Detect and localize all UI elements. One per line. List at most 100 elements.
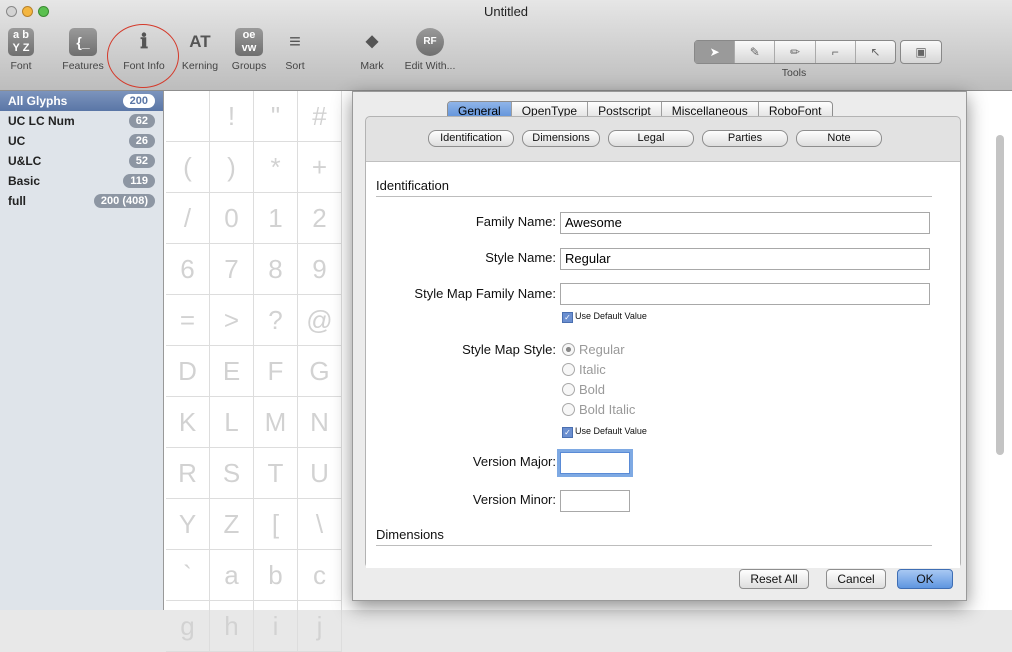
glyph-cell[interactable]: ! bbox=[210, 91, 254, 142]
use-default-checkbox-2[interactable]: ✓ Use Default Value bbox=[562, 425, 647, 438]
glyph-cell[interactable] bbox=[166, 91, 210, 142]
glyph-cell[interactable]: E bbox=[210, 346, 254, 397]
subtab-identification[interactable]: Identification bbox=[428, 130, 514, 147]
family-name-label: Family Name: bbox=[475, 214, 556, 229]
ok-button[interactable]: OK bbox=[897, 569, 953, 589]
glyph-cell[interactable]: G bbox=[298, 346, 342, 397]
glyph-cell[interactable]: [ bbox=[254, 499, 298, 550]
glyph-cell[interactable]: R bbox=[166, 448, 210, 499]
subtab-note[interactable]: Note bbox=[796, 130, 882, 147]
glyph-cell[interactable]: h bbox=[210, 601, 254, 652]
glyph-cell[interactable]: Z bbox=[210, 499, 254, 550]
glyph-cell[interactable]: # bbox=[298, 91, 342, 142]
sidebar-item-label: All Glyphs bbox=[8, 94, 68, 108]
tool-extra-icon[interactable]: ▣ bbox=[900, 40, 942, 64]
glyph-cell[interactable]: a bbox=[210, 550, 254, 601]
sort-icon: ≡ bbox=[289, 31, 301, 53]
radio-italic[interactable]: Italic bbox=[562, 361, 606, 379]
toolbar-groups-button[interactable]: oe vw Groups bbox=[228, 24, 270, 84]
glyph-cell[interactable]: 0 bbox=[210, 193, 254, 244]
glyph-cell[interactable]: L bbox=[210, 397, 254, 448]
sidebar-item-uc-lc-num[interactable]: UC LC Num 62 bbox=[0, 111, 163, 131]
glyph-cell[interactable]: * bbox=[254, 142, 298, 193]
mark-icon: ◆ bbox=[365, 33, 379, 50]
identification-form: Identification Family Name: Awesome Styl… bbox=[366, 161, 960, 568]
sidebar-item-all-glyphs[interactable]: All Glyphs 200 bbox=[0, 91, 163, 111]
subtab-parties[interactable]: Parties bbox=[702, 130, 788, 147]
use-default-checkbox-1[interactable]: ✓ Use Default Value bbox=[562, 310, 647, 323]
subtab-legal[interactable]: Legal bbox=[608, 130, 694, 147]
version-minor-field[interactable] bbox=[560, 490, 630, 512]
glyph-cell[interactable]: 7 bbox=[210, 244, 254, 295]
glyph-cell[interactable]: i bbox=[254, 601, 298, 652]
radio-regular[interactable]: Regular bbox=[562, 341, 625, 359]
glyph-cell[interactable]: " bbox=[254, 91, 298, 142]
glyph-cell[interactable]: U bbox=[298, 448, 342, 499]
toolbar-mark-button[interactable]: ◆ Mark bbox=[352, 24, 392, 84]
glyph-cell[interactable]: c bbox=[298, 550, 342, 601]
sidebar-item-basic[interactable]: Basic 119 bbox=[0, 171, 163, 191]
glyph-cell[interactable]: @ bbox=[298, 295, 342, 346]
sidebar-item-full[interactable]: full 200 (408) bbox=[0, 191, 163, 211]
style-map-family-name-label: Style Map Family Name: bbox=[414, 286, 556, 301]
glyph-cell[interactable]: D bbox=[166, 346, 210, 397]
toolbar-edit-with-button[interactable]: RF Edit With... bbox=[398, 24, 462, 84]
glyph-cell[interactable]: / bbox=[166, 193, 210, 244]
style-map-family-name-field[interactable] bbox=[560, 283, 930, 305]
glyph-cell[interactable]: 2 bbox=[298, 193, 342, 244]
version-major-field[interactable] bbox=[560, 452, 630, 474]
glyph-cell[interactable]: 1 bbox=[254, 193, 298, 244]
radio-bold[interactable]: Bold bbox=[562, 381, 605, 399]
radio-bold-italic[interactable]: Bold Italic bbox=[562, 401, 635, 419]
count-badge: 119 bbox=[123, 174, 155, 188]
glyph-cell[interactable]: 6 bbox=[166, 244, 210, 295]
slice-tool-icon[interactable]: ⌐ bbox=[816, 41, 856, 63]
glyph-cell[interactable]: F bbox=[254, 346, 298, 397]
glyph-cell[interactable]: j bbox=[298, 601, 342, 652]
toolbar-sort-button[interactable]: ≡ Sort bbox=[278, 24, 312, 84]
bezier-tool-icon[interactable]: ✎ bbox=[735, 41, 776, 63]
glyph-cell[interactable]: ? bbox=[254, 295, 298, 346]
toolbar-kerning-button[interactable]: AT Kerning bbox=[176, 24, 224, 84]
glyph-cell[interactable]: T bbox=[254, 448, 298, 499]
glyph-cell[interactable]: 9 bbox=[298, 244, 342, 295]
count-badge: 200 (408) bbox=[93, 194, 155, 208]
glyph-cell[interactable]: \ bbox=[298, 499, 342, 550]
glyph-cell[interactable]: Y bbox=[166, 499, 210, 550]
glyph-cell[interactable]: ( bbox=[166, 142, 210, 193]
sidebar-item-u-and-lc[interactable]: U&LC 52 bbox=[0, 151, 163, 171]
glyph-cell[interactable]: N bbox=[298, 397, 342, 448]
use-default-label: Use Default Value bbox=[575, 311, 647, 321]
version-major-label: Version Major: bbox=[472, 454, 556, 469]
glyph-cell[interactable]: b bbox=[254, 550, 298, 601]
pointer-tool-icon[interactable]: ➤ bbox=[695, 41, 736, 63]
measure-tool-icon[interactable]: ↖ bbox=[856, 41, 895, 63]
toolbar-font-button[interactable]: a bY Z Font bbox=[6, 24, 36, 84]
cancel-button[interactable]: Cancel bbox=[826, 569, 886, 589]
subtab-dimensions[interactable]: Dimensions bbox=[522, 130, 600, 147]
glyph-cell[interactable]: ) bbox=[210, 142, 254, 193]
glyph-cell[interactable]: K bbox=[166, 397, 210, 448]
glyph-cell[interactable]: + bbox=[298, 142, 342, 193]
glyph-cell[interactable]: = bbox=[166, 295, 210, 346]
glyph-cell[interactable]: 8 bbox=[254, 244, 298, 295]
vertical-scrollbar[interactable] bbox=[996, 135, 1004, 455]
draw-tool-icon[interactable]: ✏ bbox=[775, 41, 816, 63]
glyph-grid: ! " # () * + /0 1 2 6 7 8 9 = >? @ D E F G K L M N R S T U Y Z[\ ` a b c g… bbox=[164, 91, 354, 652]
toolbar-features-button[interactable]: {_ Features bbox=[56, 24, 110, 84]
style-name-field[interactable]: Regular bbox=[560, 248, 930, 270]
general-subtabs: Identification Dimensions Legal Parties … bbox=[428, 130, 882, 147]
radio-label: Italic bbox=[579, 362, 606, 377]
family-name-field[interactable]: Awesome bbox=[560, 212, 930, 234]
radio-empty-icon bbox=[562, 363, 575, 376]
sidebar-item-uc[interactable]: UC 26 bbox=[0, 131, 163, 151]
edit-with-icon: RF bbox=[416, 28, 444, 56]
font-info-sheet: General OpenType Postscript Miscellaneou… bbox=[352, 91, 967, 601]
reset-all-button[interactable]: Reset All bbox=[739, 569, 809, 589]
glyph-cell[interactable]: > bbox=[210, 295, 254, 346]
checkmark-icon: ✓ bbox=[562, 427, 573, 438]
glyph-cell[interactable]: ` bbox=[166, 550, 210, 601]
glyph-cell[interactable]: M bbox=[254, 397, 298, 448]
glyph-cell[interactable]: g bbox=[166, 601, 210, 652]
glyph-cell[interactable]: S bbox=[210, 448, 254, 499]
